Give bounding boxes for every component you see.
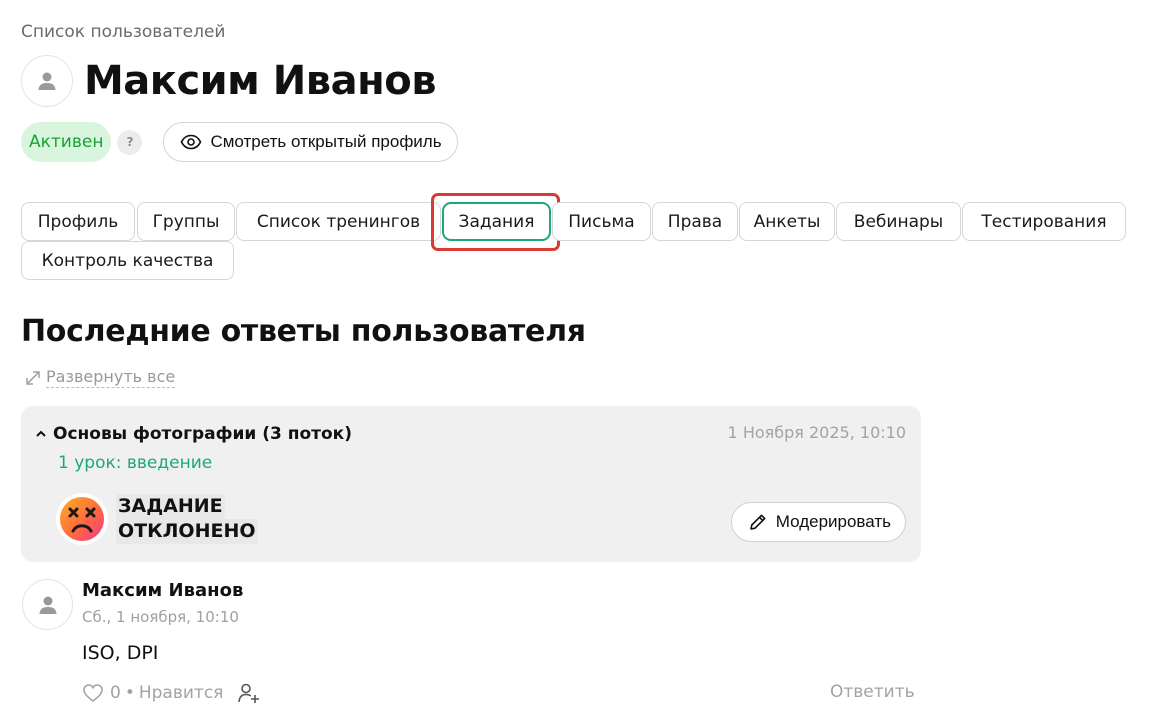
user-silhouette-icon [39, 596, 56, 614]
comment-avatar [22, 579, 73, 630]
eye-icon [180, 134, 202, 150]
avatar [21, 55, 73, 107]
course-title: Основы фотографии (3 поток) [53, 424, 352, 444]
tab-quality-control[interactable]: Контроль качества [21, 241, 234, 280]
help-badge[interactable]: ? [117, 129, 143, 155]
moderate-label: Модерировать [775, 512, 891, 531]
status-badge: Активен [21, 122, 112, 162]
dizzy-face-icon [56, 493, 108, 545]
pencil-icon [748, 512, 768, 532]
assignment-status-line1: ЗАДАНИЕ [116, 494, 225, 519]
answer-card: Основы фотографии (3 поток) 1 Ноября 202… [21, 406, 921, 562]
lesson-link[interactable]: 1 урок: введение [58, 453, 212, 473]
tab-rights[interactable]: Права [652, 202, 738, 241]
tab-assignments[interactable]: Задания [442, 202, 551, 241]
section-title: Последние ответы пользователя [21, 314, 586, 349]
assignment-status: ЗАДАНИЕ ОТКЛОНЕНО [116, 494, 258, 544]
tab-groups[interactable]: Группы [137, 202, 235, 241]
tab-trainings[interactable]: Список тренингов [236, 202, 441, 241]
comment-time: Сб., 1 ноября, 10:10 [82, 608, 239, 626]
tab-letters[interactable]: Письма [552, 202, 651, 241]
view-public-profile-button[interactable]: Смотреть открытый профиль [163, 122, 458, 162]
status-row: Активен ? Смотреть открытый профиль [21, 122, 458, 162]
user-silhouette-icon [38, 72, 56, 90]
reply-link[interactable]: Ответить [830, 682, 915, 702]
add-user-icon[interactable] [237, 682, 261, 704]
comment-author: Максим Иванов [82, 580, 244, 601]
separator: • [124, 683, 135, 703]
tab-profile[interactable]: Профиль [21, 202, 135, 241]
like-button[interactable]: Нравится [139, 683, 224, 703]
expand-all-button[interactable]: Развернуть все [24, 367, 176, 388]
expand-arrows-icon [24, 369, 42, 387]
assignment-status-line2: ОТКЛОНЕНО [116, 519, 258, 544]
user-header: Максим Иванов [21, 55, 437, 107]
tab-webinars[interactable]: Вебинары [836, 202, 961, 241]
page-title: Максим Иванов [84, 58, 437, 104]
tab-surveys[interactable]: Анкеты [739, 202, 835, 241]
like-count: 0 [110, 683, 121, 703]
chevron-up-icon[interactable] [35, 429, 47, 439]
tab-tests[interactable]: Тестирования [962, 202, 1126, 241]
comment-text: ISO, DPI [82, 642, 159, 664]
expand-all-label: Развернуть все [46, 367, 176, 388]
breadcrumb[interactable]: Список пользователей [21, 22, 225, 42]
comment-actions: 0 • Нравится [82, 682, 261, 704]
answer-card-header[interactable]: Основы фотографии (3 поток) [35, 424, 352, 444]
answer-date: 1 Ноября 2025, 10:10 [727, 423, 906, 442]
page: Список пользователей Максим Иванов Актив… [0, 0, 1172, 717]
moderate-button[interactable]: Модерировать [730, 502, 906, 542]
view-public-profile-label: Смотреть открытый профиль [210, 132, 442, 151]
heart-icon[interactable] [82, 683, 104, 703]
